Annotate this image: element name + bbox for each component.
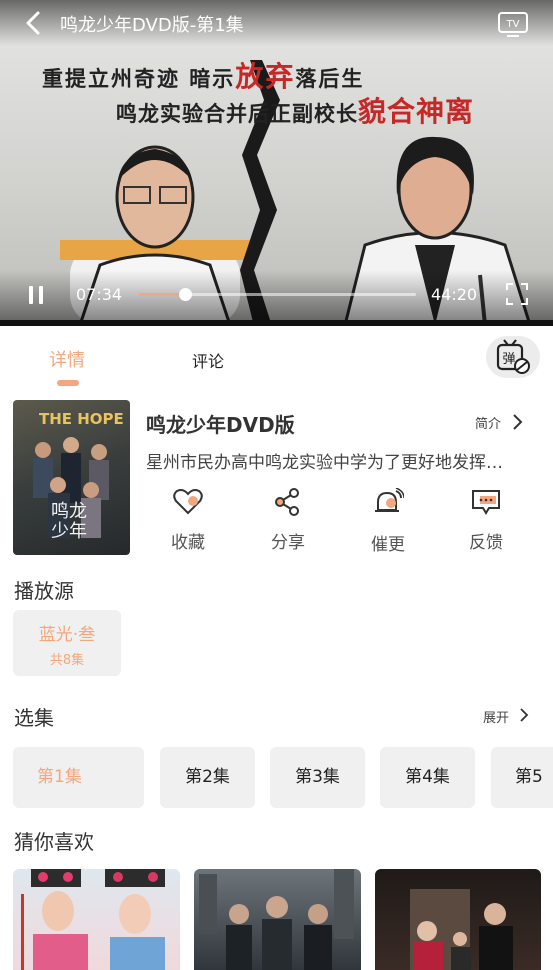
recommend-card[interactable] xyxy=(13,869,180,970)
share-button[interactable]: 分享 xyxy=(258,488,318,553)
show-poster[interactable]: THE HOPE 鸣龙少年 xyxy=(13,400,130,555)
source-section-title: 播放源 xyxy=(14,579,74,603)
recommend-thumbnail xyxy=(199,869,354,970)
back-arrow-icon[interactable] xyxy=(22,10,46,36)
episodes-section-title: 选集 xyxy=(14,706,54,730)
feedback-label: 反馈 xyxy=(469,533,503,553)
expand-episodes-link[interactable]: 展开 xyxy=(483,707,509,726)
video-player[interactable]: 重提立州奇迹 暗示放弃落后生 鸣龙实验合并后正副校长貌合神离 鸣龙少年DVD版-… xyxy=(0,0,553,326)
fullscreen-icon[interactable] xyxy=(505,282,529,306)
share-icon xyxy=(275,488,299,516)
recommend-card[interactable] xyxy=(194,869,361,970)
heart-icon xyxy=(173,489,203,515)
share-label: 分享 xyxy=(271,533,305,553)
chevron-right-icon[interactable] xyxy=(519,707,529,723)
show-title: 鸣龙少年DVD版 xyxy=(146,413,295,437)
video-title: 鸣龙少年DVD版-第1集 xyxy=(60,15,244,36)
recommend-thumbnail xyxy=(410,889,513,970)
video-caption-line1: 重提立州奇迹 暗示放弃落后生 xyxy=(42,60,365,93)
episode-1-chip[interactable]: 第1集 xyxy=(13,747,144,808)
player-bottom-border xyxy=(0,320,553,326)
danmu-toggle-button[interactable]: 弹 xyxy=(486,336,540,378)
pause-icon[interactable] xyxy=(29,286,45,304)
source-episode-count: 共8集 xyxy=(49,653,85,668)
svg-text:TV: TV xyxy=(506,19,520,30)
tab-details[interactable]: 详情 xyxy=(49,346,85,372)
playing-bars-icon xyxy=(104,771,128,808)
video-caption-line2: 鸣龙实验合并后正副校长貌合神离 xyxy=(116,95,475,128)
poster-chinese-title: 鸣龙少年 xyxy=(51,501,87,542)
progress-fill xyxy=(138,293,186,296)
tv-cast-icon[interactable]: TV xyxy=(497,10,529,38)
svg-text:弹: 弹 xyxy=(502,352,515,367)
urge-update-label: 催更 xyxy=(371,535,405,555)
source-name: 蓝光·叁 xyxy=(38,625,96,645)
current-time: 07:34 xyxy=(76,285,123,304)
bell-icon xyxy=(375,488,404,512)
episode-2-chip[interactable]: 第2集 xyxy=(160,747,255,808)
episode-3-chip[interactable]: 第3集 xyxy=(270,747,365,808)
episode-4-chip[interactable]: 第4集 xyxy=(380,747,475,808)
episode-5-chip[interactable]: 第5 xyxy=(491,747,553,808)
urge-update-button[interactable]: 催更 xyxy=(358,488,418,555)
source-option-bluray[interactable]: 蓝光·叁 共8集 xyxy=(13,610,121,676)
episode-label: 第1集 xyxy=(37,767,82,787)
recommend-card[interactable] xyxy=(375,869,541,970)
recommend-section-title: 猜你喜欢 xyxy=(14,830,94,854)
show-description[interactable]: 星州市民办高中鸣龙实验中学为了更好地发挥… xyxy=(146,448,534,473)
danmu-icon: 弹 xyxy=(496,339,530,374)
favorite-button[interactable]: 收藏 xyxy=(158,488,218,553)
feedback-button[interactable]: 反馈 xyxy=(456,488,516,553)
tab-indicator xyxy=(57,380,79,386)
recommend-thumbnail xyxy=(21,869,165,970)
total-time: 44:20 xyxy=(431,285,478,304)
chevron-right-icon[interactable] xyxy=(512,413,524,431)
feedback-icon xyxy=(472,490,500,515)
intro-link[interactable]: 简介 xyxy=(475,413,501,432)
progress-slider[interactable] xyxy=(138,288,416,301)
favorite-label: 收藏 xyxy=(171,533,205,553)
tab-comments[interactable]: 评论 xyxy=(192,348,224,372)
